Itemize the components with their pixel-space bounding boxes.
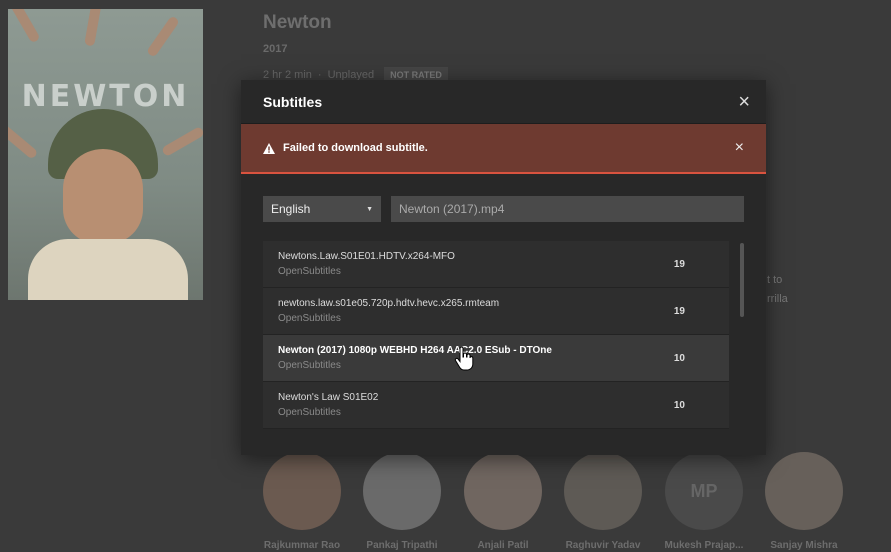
filename-input[interactable] <box>391 196 744 222</box>
subtitle-name: Newtons.Law.S01E01.HDTV.x264-MFO <box>278 251 455 262</box>
avatar <box>464 452 542 530</box>
results-scrollbar[interactable] <box>740 243 744 317</box>
dialog-header: Subtitles × <box>241 80 766 124</box>
subtitle-source: OpenSubtitles <box>278 360 341 371</box>
hand-pointer-icon <box>454 347 474 371</box>
cast-member[interactable]: Raghuvir Yadav Loknath <box>553 452 653 552</box>
cast-member[interactable]: Pankaj Tripathi Aatma Singh <box>352 452 452 552</box>
subtitle-result-row[interactable]: Newtons.Law.S01E01.HDTV.x264-MFO OpenSub… <box>263 241 729 288</box>
subtitle-count: 10 <box>673 352 685 364</box>
subtitle-result-row[interactable]: newtons.law.s01e05.720p.hdtv.hevc.x265.r… <box>263 288 729 335</box>
language-value: English <box>271 202 311 216</box>
subtitle-source: OpenSubtitles <box>278 313 341 324</box>
cast-name: Raghuvir Yadav <box>565 540 641 551</box>
subtitle-source: OpenSubtitles <box>278 407 341 418</box>
caret-down-icon: ▼ <box>366 205 373 213</box>
cast-member[interactable]: Sanjay Mishra Special Appear... <box>754 452 854 552</box>
avatar-initials: MP <box>665 452 743 530</box>
subtitle-name: Newton's Law S01E02 <box>278 392 379 403</box>
search-controls: English ▼ <box>241 174 766 222</box>
summary-fragment-1: t to <box>767 274 783 286</box>
subtitle-count: 19 <box>673 258 685 270</box>
subtitle-count: 19 <box>673 305 685 317</box>
subtitle-result-row[interactable]: Newton's Law S01E02 OpenSubtitles 10 <box>263 382 729 429</box>
poster-body <box>28 239 188 300</box>
cast-name: Anjali Patil <box>477 540 529 551</box>
cast-name: Pankaj Tripathi <box>366 540 438 551</box>
avatar <box>564 452 642 530</box>
poster-title: NEWTON <box>21 79 190 114</box>
cast-name: Rajkummar Rao <box>263 540 341 551</box>
subtitle-result-row-hovered[interactable]: Newton (2017) 1080p WEBHD H264 AAC2.0 ES… <box>263 335 729 382</box>
cast-member[interactable]: MP Mukesh Prajap... Shambhoo <box>654 452 754 552</box>
subtitle-source: OpenSubtitles <box>278 266 341 277</box>
dialog-title: Subtitles <box>263 93 323 110</box>
avatar <box>263 452 341 530</box>
alert-message: Failed to download subtitle. <box>283 142 428 154</box>
movie-poster[interactable]: NEWTON <box>8 9 203 300</box>
avatar <box>765 452 843 530</box>
cast-member[interactable]: Anjali Patil Malka <box>453 452 553 552</box>
cast-name: Sanjay Mishra <box>770 540 838 551</box>
error-alert: Failed to download subtitle. × <box>241 124 766 174</box>
warning-triangle-icon <box>263 142 275 154</box>
close-icon[interactable]: × <box>738 92 750 112</box>
subtitle-results: Newtons.Law.S01E01.HDTV.x264-MFO OpenSub… <box>263 241 744 430</box>
page-title: Newton <box>263 12 332 33</box>
cast-name: Mukesh Prajap... <box>664 540 744 551</box>
poster-face <box>63 149 143 244</box>
page-year: 2017 <box>263 43 288 55</box>
cast-member[interactable]: Rajkummar Rao Newton Kumar <box>252 452 352 552</box>
alert-close-icon[interactable]: × <box>735 139 744 157</box>
subtitle-name: newtons.law.s01e05.720p.hdtv.hevc.x265.r… <box>278 298 500 309</box>
subtitles-dialog: Subtitles × Failed to download subtitle.… <box>241 80 766 455</box>
subtitle-name: Newton (2017) 1080p WEBHD H264 AAC2.0 ES… <box>278 345 552 356</box>
subtitle-count: 10 <box>673 399 685 411</box>
summary-fragment-2: rrilla <box>767 293 788 305</box>
language-select[interactable]: English ▼ <box>263 196 381 222</box>
avatar <box>363 452 441 530</box>
